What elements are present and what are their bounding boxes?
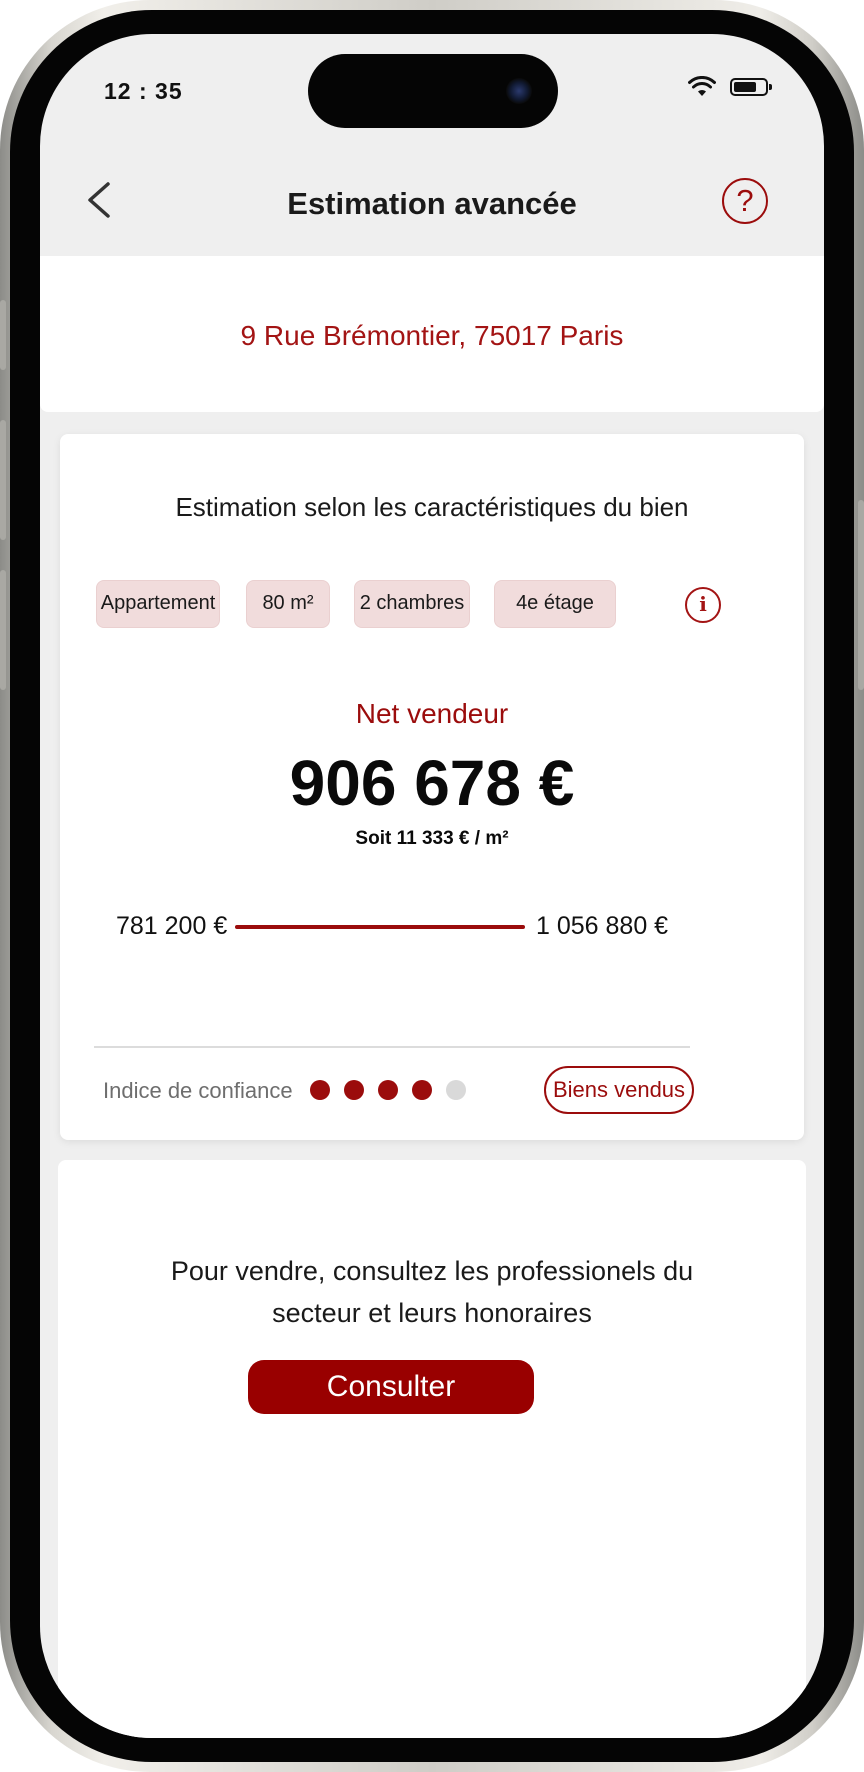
status-icons	[688, 76, 772, 98]
consult-card: Pour vendre, consultez les professionels…	[58, 1160, 806, 1738]
confidence-dot-empty	[446, 1080, 466, 1100]
divider	[94, 1046, 690, 1048]
dynamic-island	[308, 54, 558, 128]
info-icon[interactable]: i	[685, 587, 721, 623]
consult-text: Pour vendre, consultez les professionels…	[98, 1250, 766, 1334]
estimate-card: Estimation selon les caractéristiques du…	[60, 434, 804, 1140]
camera-icon	[506, 78, 532, 104]
status-time: 12 : 35	[104, 78, 183, 104]
address-card: 9 Rue Brémontier, 75017 Paris	[40, 256, 824, 412]
volume-up-button	[0, 420, 6, 540]
help-button[interactable]: ?	[722, 178, 768, 224]
chip-floor: 4e étage	[494, 580, 616, 628]
action-button	[0, 300, 6, 370]
net-vendeur-label: Net vendeur	[355, 698, 509, 729]
sold-properties-button[interactable]: Biens vendus	[544, 1066, 694, 1114]
estimate-heading: Estimation selon les caractéristiques du…	[175, 492, 689, 522]
wifi-icon	[688, 76, 716, 96]
header: Estimation avancée ?	[40, 134, 824, 254]
phone-frame: 12 : 35 Estimation avancée ? 9 Rue Brémo…	[0, 0, 864, 1772]
power-button	[858, 500, 864, 690]
confidence-dot-filled	[412, 1080, 432, 1100]
consult-button[interactable]: Consulter	[248, 1360, 534, 1414]
property-chips: Appartement 80 m² 2 chambres 4e étage i	[96, 580, 736, 630]
consult-text-line-1: Pour vendre, consultez les professionels…	[170, 1256, 694, 1286]
chip-property-type: Appartement	[96, 580, 220, 628]
confidence-dots	[310, 1080, 466, 1100]
chip-surface: 80 m²	[246, 580, 330, 628]
confidence-dot-filled	[344, 1080, 364, 1100]
screen: 12 : 35 Estimation avancée ? 9 Rue Brémo…	[40, 34, 824, 1738]
property-address[interactable]: 9 Rue Brémontier, 75017 Paris	[40, 320, 824, 352]
confidence-label: Indice de confiance	[103, 1078, 293, 1103]
price-range-bar	[235, 925, 525, 929]
chip-bedrooms: 2 chambres	[354, 580, 470, 628]
price-per-m2: Soit 11 333 € / m²	[355, 828, 509, 849]
estimated-price: 906 678 €	[289, 747, 575, 819]
confidence-dot-filled	[378, 1080, 398, 1100]
consult-text-line-2: secteur et leurs honoraires	[272, 1298, 592, 1328]
range-low-value: 781 200 €	[116, 912, 228, 940]
volume-down-button	[0, 570, 6, 690]
page-title: Estimation avancée	[287, 186, 577, 221]
confidence-dot-filled	[310, 1080, 330, 1100]
battery-icon	[730, 78, 772, 96]
range-high-value: 1 056 880 €	[536, 912, 669, 940]
